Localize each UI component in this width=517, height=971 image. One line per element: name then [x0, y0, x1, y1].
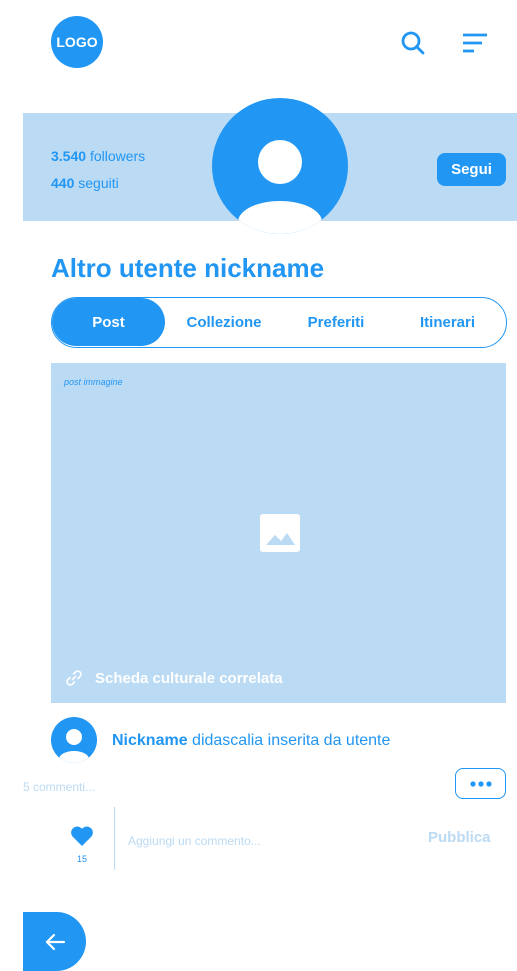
menu-icon	[463, 33, 487, 53]
profile-tabs: Post Collezione Preferiti Itinerari	[51, 297, 507, 348]
author-avatar[interactable]	[51, 717, 97, 763]
comments-count[interactable]: 5 commenti...	[23, 780, 95, 794]
like-button[interactable]: 15	[68, 825, 96, 864]
image-placeholder-icon	[260, 514, 300, 552]
arrow-left-icon	[45, 933, 65, 950]
tab-post[interactable]: Post	[52, 298, 165, 346]
user-avatar-icon	[59, 729, 89, 763]
more-dots-icon	[469, 780, 492, 787]
post-caption: Nickname didascalia inserita da utente	[112, 732, 390, 750]
author-nickname[interactable]: Nickname	[112, 732, 188, 749]
user-avatar-icon	[238, 140, 322, 234]
comment-input[interactable]	[128, 830, 408, 852]
link-icon	[66, 670, 82, 686]
tab-itinerari[interactable]: Itinerari	[389, 298, 506, 346]
caption-text: didascalia inserita da utente	[192, 732, 391, 749]
logo-text: LOGO	[56, 34, 98, 50]
heart-icon	[71, 826, 93, 846]
tab-preferiti[interactable]: Preferiti	[283, 298, 389, 346]
publish-button[interactable]: Pubblica	[428, 829, 491, 846]
cultural-link-label: Scheda culturale correlata	[95, 669, 283, 687]
following-label: seguiti	[78, 175, 119, 191]
followers-count: 3.540	[51, 148, 87, 164]
back-button[interactable]	[23, 912, 86, 971]
following-stat[interactable]: 440 seguiti	[51, 175, 119, 191]
comment-divider	[114, 807, 115, 870]
profile-avatar	[212, 98, 348, 234]
search-button[interactable]	[400, 30, 426, 56]
like-count: 15	[76, 854, 87, 864]
logo[interactable]: LOGO	[51, 16, 103, 68]
post-image[interactable]: post immagine Scheda culturale correlata	[51, 363, 506, 703]
cultural-sheet-link[interactable]: Scheda culturale correlata	[65, 669, 283, 687]
following-count: 440	[51, 175, 75, 191]
menu-button[interactable]	[462, 32, 488, 54]
search-icon	[401, 31, 425, 55]
more-options-button[interactable]	[455, 768, 506, 799]
page-title: Altro utente nickname	[51, 253, 325, 283]
followers-stat[interactable]: 3.540 followers	[51, 148, 145, 164]
followers-label: followers	[89, 148, 146, 164]
follow-button[interactable]: Segui	[437, 153, 506, 186]
post-image-label: post immagine	[64, 377, 123, 387]
tab-collezione[interactable]: Collezione	[165, 298, 283, 346]
